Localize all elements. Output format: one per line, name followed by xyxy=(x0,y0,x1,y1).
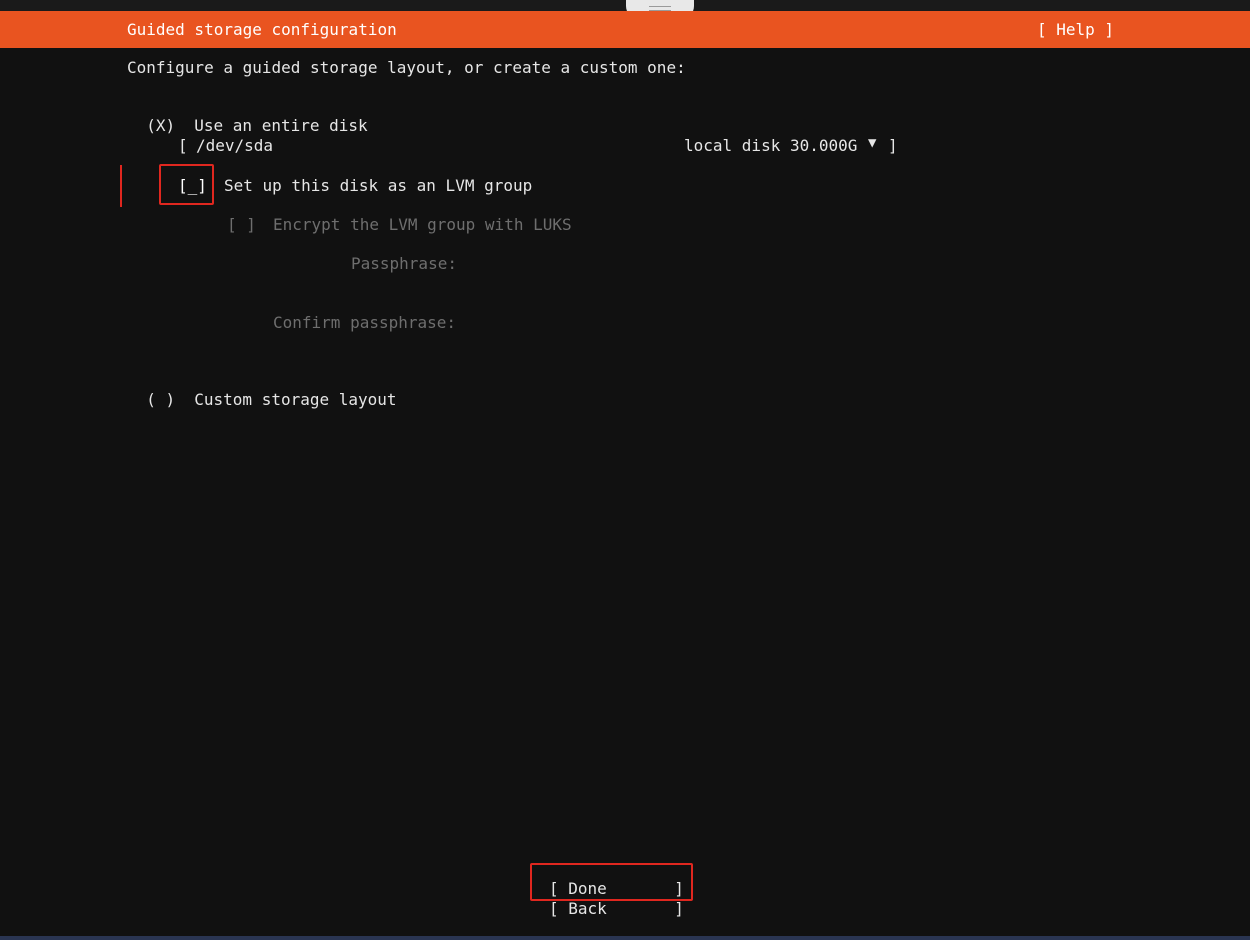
custom-layout-option[interactable]: ( ) Custom storage layout xyxy=(127,371,397,409)
entire-disk-radio[interactable]: (X) xyxy=(146,116,194,135)
disk-select-close-bracket: ] xyxy=(888,136,898,155)
page-title: Guided storage configuration xyxy=(127,20,397,39)
lvm-checkbox[interactable]: [_] xyxy=(178,176,207,195)
disk-description: local disk 30.000G xyxy=(684,136,858,155)
help-button[interactable]: [ Help ] xyxy=(1037,20,1114,39)
disk-select[interactable]: [ /dev/sda local disk 30.000G ▼ ] xyxy=(178,135,898,158)
encrypt-checkbox: [ ] xyxy=(227,215,256,234)
dropdown-arrow-icon[interactable]: ▼ xyxy=(868,135,876,151)
entire-disk-option[interactable]: (X) Use an entire disk xyxy=(127,97,368,135)
handle-line-icon xyxy=(649,6,671,7)
confirm-passphrase-label: Confirm passphrase: xyxy=(273,313,457,332)
intro-text: Configure a guided storage layout, or cr… xyxy=(127,58,686,77)
focus-indicator xyxy=(120,165,122,207)
done-button[interactable]: [ Done ] xyxy=(549,879,684,898)
entire-disk-label: Use an entire disk xyxy=(194,116,368,135)
passphrase-label: Passphrase: xyxy=(351,254,457,273)
custom-layout-label: Custom storage layout xyxy=(194,390,397,409)
back-button[interactable]: [ Back ] xyxy=(549,899,684,918)
encrypt-label: Encrypt the LVM group with LUKS xyxy=(273,215,572,234)
bottom-window-strip xyxy=(0,936,1250,940)
disk-device-name: /dev/sda xyxy=(196,136,274,155)
custom-layout-radio[interactable]: ( ) xyxy=(146,390,194,409)
top-window-strip xyxy=(0,0,1250,11)
lvm-label[interactable]: Set up this disk as an LVM group xyxy=(224,176,532,195)
header-bar: Guided storage configuration [ Help ] xyxy=(0,11,1250,48)
disk-select-open-bracket: [ xyxy=(178,136,188,155)
